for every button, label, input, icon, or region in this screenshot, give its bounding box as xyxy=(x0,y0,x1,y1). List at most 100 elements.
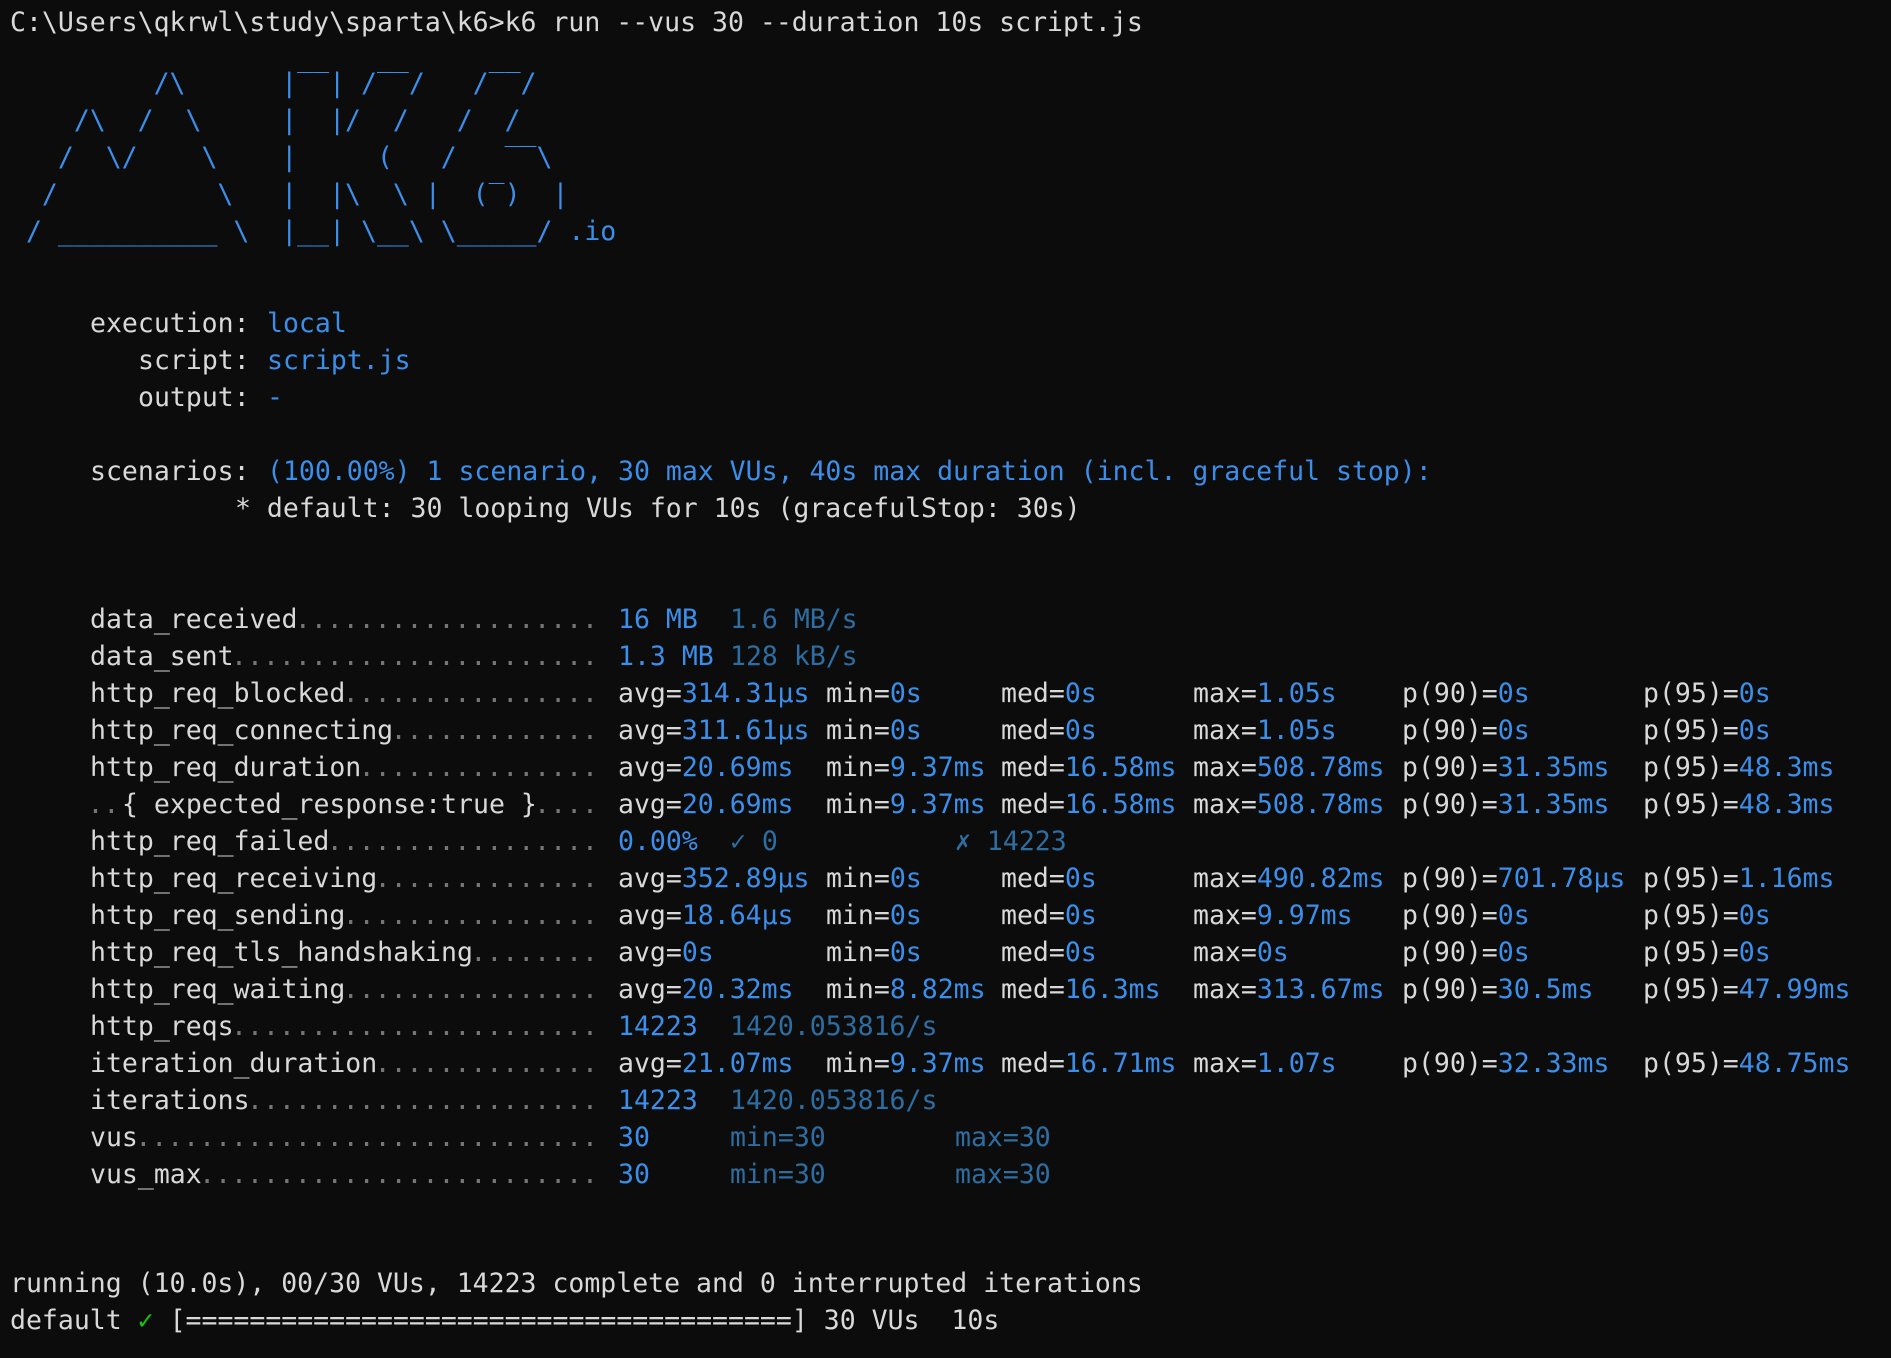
script-value: script.js xyxy=(267,345,411,376)
metric-row: ........................................… xyxy=(0,934,1891,971)
metric-p90: p(90)=31.35ms xyxy=(1402,752,1610,783)
metric-max: max=1.05s xyxy=(1193,678,1337,709)
metric-row: ........................................… xyxy=(0,1008,1891,1045)
metric-p90: p(90)=30.5ms xyxy=(1402,974,1594,1005)
metric-avg: avg=18.64µs xyxy=(618,900,794,931)
metric-name: http_req_failed xyxy=(90,823,332,860)
metric-max: max=9.97ms xyxy=(1193,900,1353,931)
metric-name: http_req_waiting xyxy=(90,971,348,1008)
metric-pass: ✓ 0 xyxy=(730,826,778,857)
metric-value: 30 xyxy=(618,1122,650,1153)
metric-min: min=8.82ms xyxy=(826,974,986,1005)
output-label: output: xyxy=(138,382,250,413)
metric-avg: avg=20.32ms xyxy=(618,974,794,1005)
metric-value: 14223 xyxy=(618,1011,698,1042)
metric-row: ........................................… xyxy=(0,897,1891,934)
metric-min: min=0s xyxy=(826,937,922,968)
metric-value: 1.3 MB xyxy=(618,641,714,672)
metric-med: med=0s xyxy=(1001,678,1097,709)
metric-avg: avg=352.89µs xyxy=(618,863,810,894)
metric-max: max=30 xyxy=(955,1159,1051,1190)
prompt-path: C:\Users\qkrwl\study\sparta\k6> xyxy=(10,7,505,38)
metric-name: http_req_tls_handshaking xyxy=(90,934,475,971)
metric-row: ........................................… xyxy=(0,971,1891,1008)
metric-p90: p(90)=0s xyxy=(1402,678,1530,709)
metric-max: max=0s xyxy=(1193,937,1289,968)
metric-rate: 1420.053816/s xyxy=(730,1085,938,1116)
metric-max: max=30 xyxy=(955,1122,1051,1153)
metric-p90: p(90)=31.35ms xyxy=(1402,789,1610,820)
default-scenario-text: * default: 30 looping VUs for 10s (grace… xyxy=(235,493,1081,524)
progress-duration: 10s xyxy=(951,1305,1000,1336)
metric-min: min=0s xyxy=(826,900,922,931)
execution-line: execution: local xyxy=(10,305,347,342)
metric-row: ........................................… xyxy=(0,786,1891,823)
metric-avg: avg=0s xyxy=(618,937,714,968)
metric-max: max=313.67ms xyxy=(1193,974,1385,1005)
metric-row: ........................................… xyxy=(0,675,1891,712)
metric-med: med=0s xyxy=(1001,937,1097,968)
metric-p90: p(90)=701.78µs xyxy=(1402,863,1626,894)
k6-logo: /\ |‾‾| /‾‾/ /‾‾/ /\ / \ | |/ / / / / \/… xyxy=(25,68,617,247)
metric-avg: avg=20.69ms xyxy=(618,752,794,783)
metric-p90: p(90)=32.33ms xyxy=(1402,1048,1610,1079)
metric-name: vus_max xyxy=(90,1156,204,1193)
metric-name: iteration_duration xyxy=(90,1045,380,1082)
metric-row: ........................................… xyxy=(0,1045,1891,1082)
metric-med: med=0s xyxy=(1001,715,1097,746)
metric-row: ........................................… xyxy=(0,1082,1891,1119)
metric-value: 16 MB xyxy=(618,604,698,635)
output-value: - xyxy=(267,382,283,413)
metric-p95: p(95)=0s xyxy=(1643,900,1771,931)
metric-name: http_req_duration xyxy=(90,749,364,786)
metric-min: min=9.37ms xyxy=(826,789,986,820)
metric-avg: avg=21.07ms xyxy=(618,1048,794,1079)
scenarios-label: scenarios: xyxy=(90,456,250,487)
metric-name: iterations xyxy=(90,1082,252,1119)
metric-name: data_received xyxy=(90,601,300,638)
metric-name: http_req_connecting xyxy=(90,712,396,749)
metric-row: ........................................… xyxy=(0,749,1891,786)
metric-row: ........................................… xyxy=(0,1156,1891,1193)
metric-med: med=0s xyxy=(1001,863,1097,894)
metric-p95: p(95)=0s xyxy=(1643,715,1771,746)
metric-med: med=16.71ms xyxy=(1001,1048,1177,1079)
metric-rate: 128 kB/s xyxy=(730,641,858,672)
metric-row: ........................................… xyxy=(0,860,1891,897)
metric-name: http_req_receiving xyxy=(90,860,380,897)
metric-name: vus xyxy=(90,1119,140,1156)
metric-p95: p(95)=48.75ms xyxy=(1643,1048,1851,1079)
metric-min: min=9.37ms xyxy=(826,1048,986,1079)
metric-rate: 1420.053816/s xyxy=(730,1011,938,1042)
metric-min: min=0s xyxy=(826,715,922,746)
script-label: script: xyxy=(138,345,250,376)
metric-p95: p(95)=48.3ms xyxy=(1643,789,1835,820)
metric-min: min=0s xyxy=(826,678,922,709)
metric-row: ........................................… xyxy=(0,601,1891,638)
scenario-name: default xyxy=(10,1305,122,1336)
progress-vus: 30 VUs xyxy=(823,1305,920,1336)
metric-min: min=30 xyxy=(730,1159,826,1190)
metric-min: min=0s xyxy=(826,863,922,894)
metric-row: ........................................… xyxy=(0,712,1891,749)
scenarios-value: (100.00%) 1 scenario, 30 max VUs, 40s ma… xyxy=(267,456,1432,487)
metric-name: data_sent xyxy=(90,638,236,675)
command-text: k6 run --vus 30 --duration 10s script.js xyxy=(504,7,1143,38)
metric-p95: p(95)=1.16ms xyxy=(1643,863,1835,894)
execution-value: local xyxy=(267,308,347,339)
metric-avg: avg=311.61µs xyxy=(618,715,810,746)
progress-bar: [======================================] xyxy=(169,1305,808,1336)
command-line: C:\Users\qkrwl\study\sparta\k6>k6 run --… xyxy=(10,4,1143,41)
metric-name: { expected_response:true } xyxy=(122,786,539,823)
metric-row: ........................................… xyxy=(0,1119,1891,1156)
metric-value: 30 xyxy=(618,1159,650,1190)
metric-p95: p(95)=0s xyxy=(1643,937,1771,968)
check-icon: ✓ xyxy=(137,1305,154,1336)
metric-p90: p(90)=0s xyxy=(1402,937,1530,968)
metric-rate: 1.6 MB/s xyxy=(730,604,858,635)
metric-row: ........................................… xyxy=(0,638,1891,675)
metric-p95: p(95)=48.3ms xyxy=(1643,752,1835,783)
metric-value: 0.00% xyxy=(618,826,698,857)
metric-avg: avg=20.69ms xyxy=(618,789,794,820)
metric-med: med=0s xyxy=(1001,900,1097,931)
